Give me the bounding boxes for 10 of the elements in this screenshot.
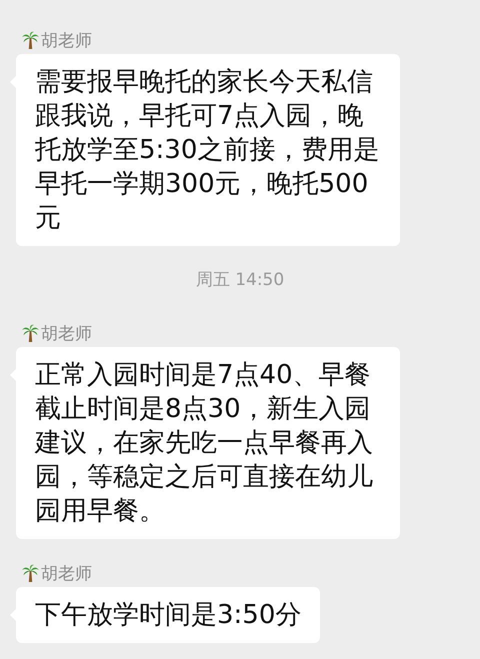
message-bubble: 正常入园时间是7点40、早餐截止时间是8点30，新生入园建议，在家先吃一点早餐再入园，等稳定之后可直接在幼儿园用早餐。 xyxy=(16,347,400,539)
palm-tree-icon xyxy=(22,30,39,50)
sender-name: 胡老师 xyxy=(41,30,92,52)
palm-tree-icon xyxy=(22,324,39,342)
palm-tree-icon xyxy=(22,564,39,582)
message-bubble: 需要报早晚托的家长今天私信跟我说，早托可7点入园，晚托放学至5:30之前接，费用是早托一学期300元，晚托500元 xyxy=(16,54,400,246)
timestamp: 周五 14:50 xyxy=(196,270,284,290)
sender-name: 胡老师 xyxy=(41,322,92,344)
message-bubble: 下午放学时间是3:50分 xyxy=(16,587,320,643)
sender-name: 胡老师 xyxy=(41,562,92,584)
